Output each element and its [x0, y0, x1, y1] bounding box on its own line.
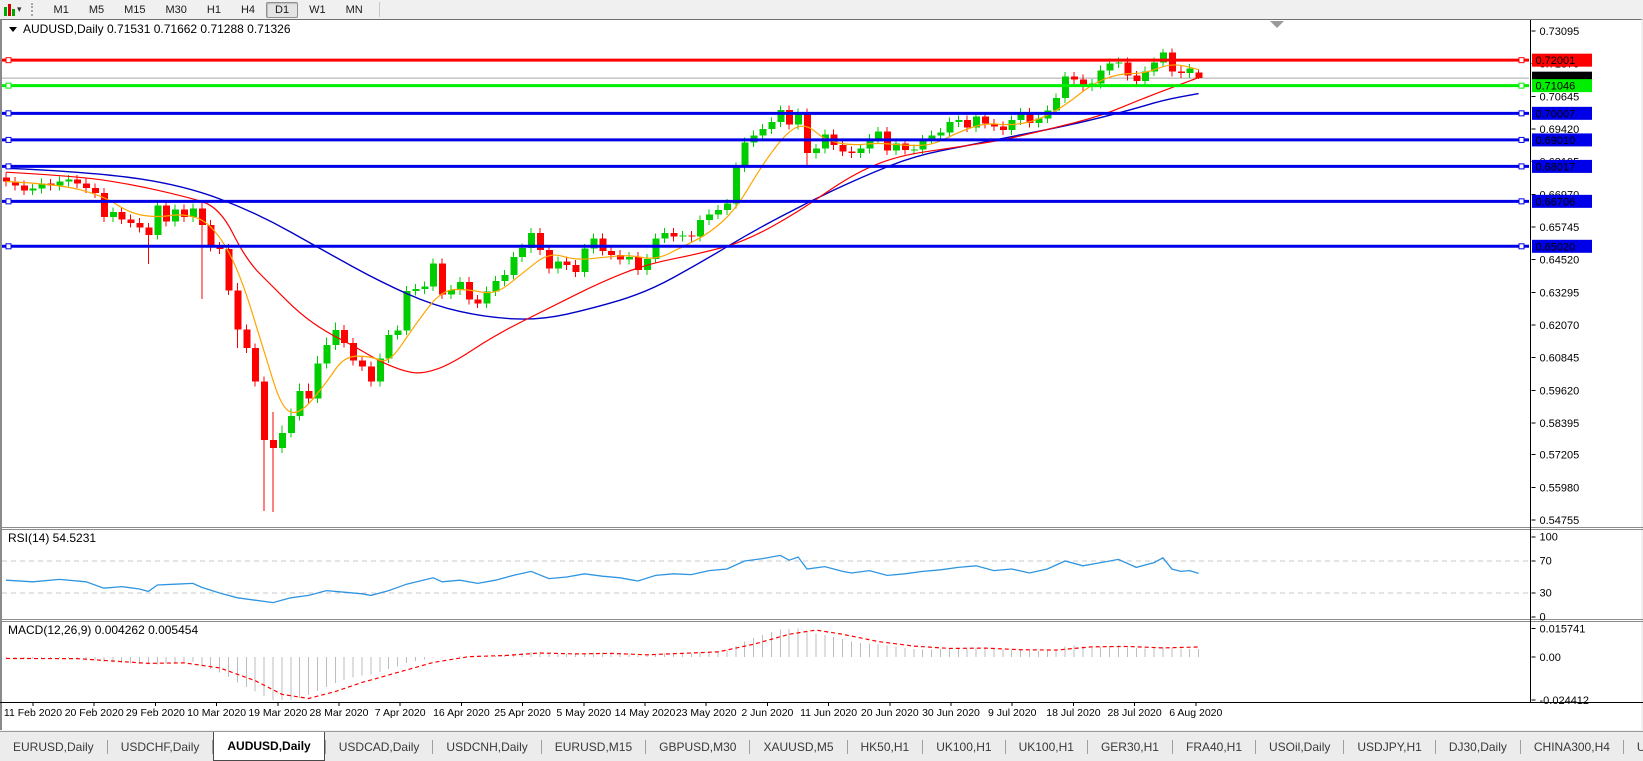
timeframe-button-m30[interactable]: M30	[157, 2, 196, 18]
timeframe-button-w1[interactable]: W1	[300, 2, 335, 18]
timeframe-button-mn[interactable]: MN	[337, 2, 372, 18]
chart-tab-china300-h4[interactable]: CHINA300,H4	[1521, 732, 1623, 761]
chart-tab-usdcad-daily[interactable]: USDCAD,Daily	[326, 732, 433, 761]
chart-settings-icon[interactable]	[4, 4, 15, 16]
timeframe-toolbar: ▾ M1M5M15M30H1H4D1W1MN	[0, 0, 1643, 20]
chart-window[interactable]	[0, 19, 1641, 730]
timeframe-button-h4[interactable]: H4	[232, 2, 264, 18]
chart-tab-eurusd-daily[interactable]: EURUSD,Daily	[0, 732, 107, 761]
chart-tab-usoil-h[interactable]: USOil,H	[1624, 732, 1643, 761]
toolbar-separator	[379, 2, 380, 17]
chart-tab-uk100-h1[interactable]: UK100,H1	[1006, 732, 1087, 761]
chart-tab-gbpusd-m30[interactable]: GBPUSD,M30	[646, 732, 749, 761]
chart-tab-dj30-daily[interactable]: DJ30,Daily	[1436, 732, 1520, 761]
chart-tab-usdjpy-h1[interactable]: USDJPY,H1	[1344, 732, 1434, 761]
chart-tab-ger30-h1[interactable]: GER30,H1	[1088, 732, 1172, 761]
chart-tab-xauusd-m5[interactable]: XAUUSD,M5	[750, 732, 846, 761]
toolbar-grip[interactable]	[31, 3, 37, 16]
timeframe-buttons: M1M5M15M30H1H4D1W1MN	[44, 4, 373, 16]
chart-tab-usdcnh-daily[interactable]: USDCNH,Daily	[433, 732, 540, 761]
chevron-down-icon[interactable]: ▾	[17, 4, 22, 15]
chart-tab-audusd-daily[interactable]: AUDUSD,Daily	[213, 731, 324, 761]
timeframe-button-m15[interactable]: M15	[115, 2, 154, 18]
chart-tab-bar: EURUSD,DailyUSDCHF,DailyAUDUSD,DailyUSDC…	[0, 731, 1643, 761]
chart-tab-hk50-h1[interactable]: HK50,H1	[848, 732, 923, 761]
chart-tab-usoil-daily[interactable]: USOil,Daily	[1256, 732, 1343, 761]
timeframe-button-d1[interactable]: D1	[266, 2, 298, 18]
chart-tab-fra40-h1[interactable]: FRA40,H1	[1173, 732, 1255, 761]
mt4-window: ▾ M1M5M15M30H1H4D1W1MN 0.730950.718700.7…	[0, 0, 1643, 760]
chart-tab-usdchf-daily[interactable]: USDCHF,Daily	[108, 732, 213, 761]
timeframe-button-m5[interactable]: M5	[80, 2, 113, 18]
timeframe-button-m1[interactable]: M1	[45, 2, 78, 18]
chart-tab-uk100-h1[interactable]: UK100,H1	[923, 732, 1004, 761]
timeframe-button-h1[interactable]: H1	[198, 2, 230, 18]
chart-tab-eurusd-m15[interactable]: EURUSD,M15	[542, 732, 645, 761]
